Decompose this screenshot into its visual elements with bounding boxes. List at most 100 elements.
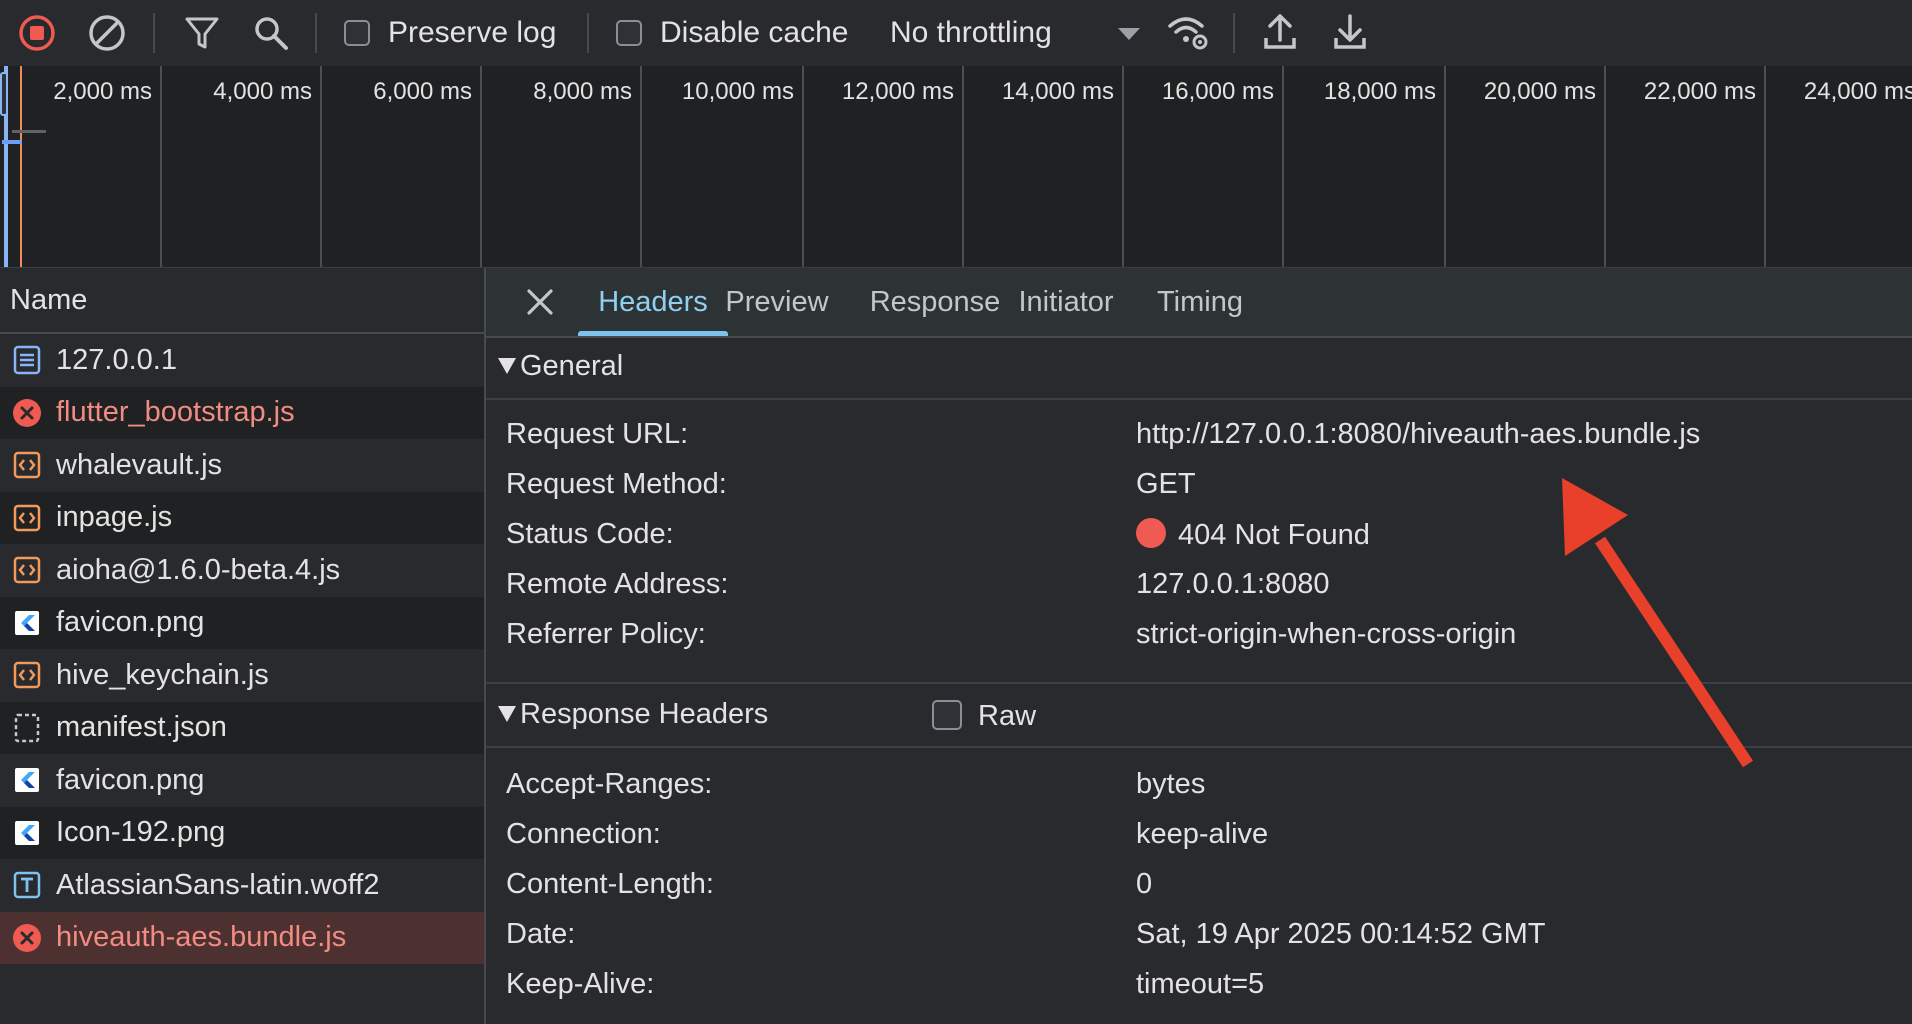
request-row[interactable]: favicon.png bbox=[0, 596, 484, 649]
header-value: 404 Not Found bbox=[1136, 518, 1370, 552]
status-code-text: 404 Not Found bbox=[1178, 519, 1370, 551]
timeline-handle[interactable] bbox=[0, 72, 8, 116]
timeline-gridline bbox=[640, 66, 642, 267]
document-icon bbox=[12, 345, 42, 375]
request-details: Headers Preview Response Initiator Timing Ge… bbox=[486, 268, 1912, 1024]
tab-preview[interactable]: Preview bbox=[718, 268, 836, 336]
timeline-tick-label: 16,000 ms bbox=[1161, 78, 1274, 105]
response-headers-section-header[interactable]: Response Headers Raw bbox=[486, 684, 1912, 748]
name-column-header[interactable]: Name bbox=[0, 268, 484, 334]
timeline-tick-label: 24,000 ms bbox=[1803, 78, 1912, 105]
request-row[interactable]: favicon.png bbox=[0, 754, 484, 806]
request-row[interactable]: flutter_bootstrap.js bbox=[0, 386, 484, 439]
request-name: inpage.js bbox=[56, 501, 173, 533]
header-name: Request Method: bbox=[506, 468, 727, 500]
request-name: flutter_bootstrap.js bbox=[56, 396, 295, 428]
request-row[interactable]: inpage.js bbox=[0, 491, 484, 544]
request-name: favicon.png bbox=[56, 606, 205, 638]
timeline-tick-label: 14,000 ms bbox=[1001, 78, 1114, 105]
request-row[interactable]: aioha@1.6.0-beta.4.js bbox=[0, 544, 484, 596]
toolbar-divider bbox=[315, 13, 317, 53]
timeline-tick-label: 12,000 ms bbox=[841, 78, 954, 105]
request-row[interactable]: AtlassianSans-latin.woff2 bbox=[0, 859, 484, 911]
header-name: Request URL: bbox=[506, 418, 689, 450]
toolbar-divider bbox=[587, 13, 589, 53]
timeline-gridline bbox=[1604, 66, 1606, 267]
timeline-bar bbox=[12, 130, 46, 133]
timeline-tick-label: 2,000 ms bbox=[53, 78, 152, 105]
tab-headers[interactable]: Headers bbox=[578, 268, 728, 336]
timeline-gridline bbox=[1764, 66, 1766, 267]
timeline-gridline bbox=[320, 66, 322, 267]
tab-response[interactable]: Response bbox=[860, 268, 1010, 336]
network-conditions-icon[interactable] bbox=[1166, 12, 1210, 52]
json-file-icon bbox=[12, 713, 42, 743]
request-name: hive_keychain.js bbox=[56, 658, 269, 691]
tab-timing[interactable]: Timing bbox=[1148, 268, 1252, 336]
header-name: Accept-Ranges: bbox=[506, 768, 713, 800]
request-name: Icon-192.png bbox=[56, 816, 226, 848]
timeline-overview[interactable]: 2,000 ms 4,000 ms 6,000 ms 8,000 ms 10,000 m… bbox=[0, 66, 1912, 268]
header-value: http://127.0.0.1:8080/hiveauth-aes.bundl… bbox=[1136, 418, 1701, 450]
upload-icon[interactable] bbox=[1262, 12, 1298, 52]
search-icon[interactable] bbox=[252, 14, 290, 52]
header-name: Status Code: bbox=[506, 518, 674, 550]
request-row[interactable]: whalevault.js bbox=[0, 439, 484, 491]
clear-icon[interactable] bbox=[88, 14, 126, 52]
timeline-tick-label: 6,000 ms bbox=[373, 78, 472, 105]
header-name: Referrer Policy: bbox=[506, 618, 706, 650]
request-row[interactable]: Icon-192.png bbox=[0, 806, 484, 859]
timeline-gridline bbox=[480, 66, 482, 267]
stop-recording-icon[interactable] bbox=[18, 14, 56, 52]
timeline-tick-label: 20,000 ms bbox=[1483, 78, 1596, 105]
raw-label[interactable]: Raw bbox=[978, 700, 1036, 733]
script-icon bbox=[12, 450, 42, 480]
timeline-bar bbox=[20, 66, 22, 267]
filter-icon[interactable] bbox=[184, 14, 220, 52]
disable-cache-checkbox[interactable] bbox=[616, 20, 642, 46]
request-name: hiveauth-aes.bundle.js bbox=[56, 921, 347, 953]
preserve-log-checkbox[interactable] bbox=[344, 20, 370, 46]
toolbar-divider bbox=[153, 13, 155, 53]
header-value: keep-alive bbox=[1136, 818, 1269, 850]
request-name: aioha@1.6.0-beta.4.js bbox=[56, 553, 341, 586]
general-section-header[interactable]: General bbox=[486, 336, 1912, 400]
download-icon[interactable] bbox=[1332, 12, 1368, 52]
request-row[interactable]: hiveauth-aes.bundle.js bbox=[0, 911, 484, 964]
timeline-tick-label: 22,000 ms bbox=[1643, 78, 1756, 105]
header-name: Connection: bbox=[506, 818, 661, 850]
disable-cache-label[interactable]: Disable cache bbox=[660, 13, 848, 53]
triangle-down-icon bbox=[498, 706, 516, 722]
request-name: AtlassianSans-latin.woff2 bbox=[56, 868, 380, 901]
request-list: Name 127.0.0.1 flutter_bootstrap.jswhalev… bbox=[0, 268, 486, 1024]
toolbar-divider bbox=[1233, 13, 1235, 53]
details-tabbar: Headers Preview Response Initiator Timing bbox=[486, 268, 1912, 338]
chevron-down-icon[interactable] bbox=[1118, 28, 1140, 40]
timeline-tick-label: 18,000 ms bbox=[1323, 78, 1436, 105]
timeline-tick-label: 10,000 ms bbox=[681, 78, 794, 105]
header-value: Sat, 19 Apr 2025 00:14:52 GMT bbox=[1136, 918, 1546, 950]
timeline-bar bbox=[2, 140, 22, 144]
tab-initiator[interactable]: Initiator bbox=[1008, 268, 1124, 336]
header-name: Content-Length: bbox=[506, 868, 714, 900]
request-name: manifest.json bbox=[56, 711, 227, 743]
timeline-gridline bbox=[1122, 66, 1124, 267]
timeline-gridline bbox=[1444, 66, 1446, 267]
throttling-select[interactable]: No throttling bbox=[890, 13, 1052, 53]
request-row[interactable]: hive_keychain.js bbox=[0, 649, 484, 701]
header-value: 0 bbox=[1136, 868, 1153, 900]
triangle-down-icon bbox=[498, 358, 516, 374]
script-icon bbox=[12, 503, 42, 533]
preserve-log-label[interactable]: Preserve log bbox=[388, 13, 556, 53]
request-row[interactable]: 127.0.0.1 bbox=[0, 334, 484, 386]
header-value: strict-origin-when-cross-origin bbox=[1136, 618, 1517, 650]
timeline-gridline bbox=[802, 66, 804, 267]
timeline-gridline bbox=[962, 66, 964, 267]
raw-checkbox[interactable] bbox=[932, 700, 962, 730]
header-value: bytes bbox=[1136, 768, 1206, 800]
request-name: favicon.png bbox=[56, 763, 205, 796]
request-row[interactable]: manifest.json bbox=[0, 701, 484, 754]
error-icon bbox=[12, 923, 42, 953]
close-icon[interactable] bbox=[526, 288, 554, 316]
header-value: timeout=5 bbox=[1136, 968, 1265, 1000]
